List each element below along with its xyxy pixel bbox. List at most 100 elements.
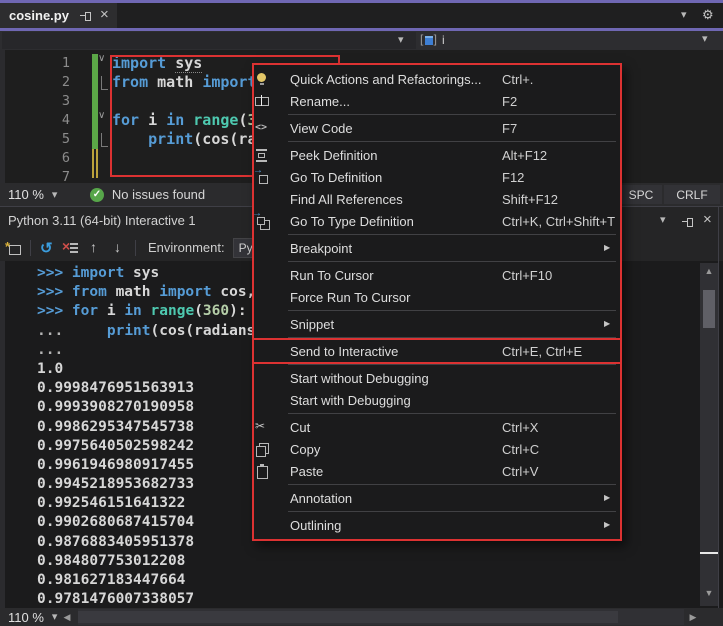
gear-icon[interactable] xyxy=(701,8,717,24)
menu-item-shortcut: F12 xyxy=(502,170,602,185)
menu-separator xyxy=(288,114,616,115)
menu-item-start-without-debugging[interactable]: Start without Debugging xyxy=(254,367,620,389)
menu-item-run-to-cursor[interactable]: Run To CursorCtrl+F10 xyxy=(254,264,620,286)
clear-screen-icon[interactable] xyxy=(63,240,79,256)
new-interactive-window-icon[interactable] xyxy=(6,240,22,256)
menu-icon-spacer xyxy=(254,240,290,256)
menu-item-go-to-definition[interactable]: Go To DefinitionF12 xyxy=(254,166,620,188)
repl-line: 0.9781476007338057 xyxy=(37,590,325,608)
menu-arrow-spacer xyxy=(602,289,620,305)
menu-icon-spacer xyxy=(254,392,290,408)
menu-item-copy[interactable]: CopyCtrl+C xyxy=(254,438,620,460)
menu-separator xyxy=(288,364,616,365)
toolbar-separator xyxy=(135,240,136,256)
menu-item-label: Cut xyxy=(290,420,502,435)
interactive-status-bar: 110 % ◀ ▶ xyxy=(0,608,723,626)
menu-separator xyxy=(288,484,616,485)
menu-item-label: Annotation xyxy=(290,491,502,506)
menu-item-peek-definition[interactable]: Peek DefinitionAlt+F12 xyxy=(254,144,620,166)
editor-zoom-level[interactable]: 110 % xyxy=(8,187,44,202)
menu-item-label: Copy xyxy=(290,442,502,457)
tab-title: cosine.py xyxy=(0,8,69,23)
scroll-down-icon[interactable]: ▼ xyxy=(700,588,718,598)
menu-item-shortcut: Alt+F12 xyxy=(502,148,602,163)
space-indicator[interactable]: SPC xyxy=(620,185,662,204)
menu-separator xyxy=(288,261,616,262)
menu-arrow-spacer xyxy=(602,71,620,87)
menu-arrow-spacer xyxy=(602,343,620,359)
menu-item-find-all-references[interactable]: Find All ReferencesShift+F12 xyxy=(254,188,620,210)
line-number: 2 xyxy=(0,73,70,92)
pin-window-icon[interactable] xyxy=(681,215,694,228)
menu-arrow-spacer xyxy=(602,370,620,386)
close-tab-icon[interactable] xyxy=(98,8,114,24)
menu-icon-spacer xyxy=(254,490,290,506)
tab-list-chevron-icon[interactable] xyxy=(679,8,695,24)
vertical-scroll-thumb[interactable] xyxy=(703,290,715,328)
fold-chevron-icon[interactable]: ∨ xyxy=(98,110,105,121)
paste-icon xyxy=(254,463,290,479)
menu-item-rename[interactable]: Rename...F2 xyxy=(254,90,620,112)
menu-arrow-spacer xyxy=(602,191,620,207)
menu-item-label: Force Run To Cursor xyxy=(290,290,502,305)
menu-arrow-spacer xyxy=(602,147,620,163)
menu-item-snippet[interactable]: Snippet xyxy=(254,313,620,335)
menu-item-label: Paste xyxy=(290,464,502,479)
menu-item-label: Send to Interactive xyxy=(290,344,502,359)
menu-arrow-spacer xyxy=(602,441,620,457)
menu-item-annotation[interactable]: Annotation xyxy=(254,487,620,509)
tab-cosine-py[interactable]: cosine.py xyxy=(0,3,117,28)
window-right-border xyxy=(718,207,719,608)
menu-item-breakpoint[interactable]: Breakpoint xyxy=(254,237,620,259)
menu-separator xyxy=(288,337,616,338)
history-previous-icon[interactable] xyxy=(87,240,103,256)
menu-item-quick-actions-and-refactorings[interactable]: Quick Actions and Refactorings...Ctrl+. xyxy=(254,68,620,90)
submenu-arrow-icon xyxy=(602,316,620,332)
horizontal-scrollbar[interactable] xyxy=(78,609,684,625)
menu-item-shortcut: Ctrl+. xyxy=(502,72,602,87)
menu-item-send-to-interactive[interactable]: Send to InteractiveCtrl+E, Ctrl+E xyxy=(254,340,620,362)
history-next-icon[interactable] xyxy=(111,240,127,256)
menu-separator xyxy=(288,310,616,311)
menu-item-label: Start with Debugging xyxy=(290,393,502,408)
lightbulb-icon xyxy=(254,71,290,87)
editor-gutter: 1234567 xyxy=(0,54,70,183)
horizontal-scroll-thumb[interactable] xyxy=(78,611,618,623)
rename-icon xyxy=(254,93,290,109)
menu-item-label: Outlining xyxy=(290,518,502,533)
reset-icon[interactable] xyxy=(39,240,55,256)
zoom-chevron-icon[interactable] xyxy=(50,188,64,202)
menu-item-force-run-to-cursor[interactable]: Force Run To Cursor xyxy=(254,286,620,308)
repl-line: 0.981627183447664 xyxy=(37,571,325,590)
member-chevron-icon[interactable] xyxy=(700,32,716,48)
change-bar-unsaved xyxy=(92,149,98,178)
python-member-icon xyxy=(420,33,438,48)
menu-item-go-to-type-definition[interactable]: Go To Type DefinitionCtrl+K, Ctrl+Shift+… xyxy=(254,210,620,232)
chevron-down-icon xyxy=(396,33,412,49)
scroll-right-icon[interactable]: ▶ xyxy=(686,612,700,623)
fold-bracket xyxy=(101,76,108,90)
submenu-arrow-icon xyxy=(602,490,620,506)
menu-item-label: Go To Type Definition xyxy=(290,214,502,229)
viewcode-icon xyxy=(254,120,290,136)
menu-item-start-with-debugging[interactable]: Start with Debugging xyxy=(254,389,620,411)
navigation-bar: i xyxy=(0,31,723,50)
vertical-scrollbar[interactable]: ▲ ▼ xyxy=(700,263,718,606)
repl-zoom-level[interactable]: 110 % xyxy=(8,610,44,625)
menu-item-outlining[interactable]: Outlining xyxy=(254,514,620,536)
fold-chevron-icon[interactable]: ∨ xyxy=(98,53,105,64)
scroll-up-icon[interactable]: ▲ xyxy=(700,266,718,276)
window-menu-chevron-icon[interactable] xyxy=(658,213,674,229)
pin-icon[interactable] xyxy=(79,9,92,22)
scroll-left-icon[interactable]: ◀ xyxy=(60,612,74,623)
change-bar-saved xyxy=(92,54,98,149)
menu-item-paste[interactable]: PasteCtrl+V xyxy=(254,460,620,482)
eol-indicator[interactable]: CRLF xyxy=(664,185,720,204)
menu-item-label: Start without Debugging xyxy=(290,371,502,386)
menu-item-label: Peek Definition xyxy=(290,148,502,163)
member-dropdown[interactable]: i xyxy=(420,31,720,49)
menu-item-cut[interactable]: CutCtrl+X xyxy=(254,416,620,438)
scope-dropdown[interactable] xyxy=(2,32,416,49)
close-window-icon[interactable] xyxy=(701,213,717,229)
menu-item-view-code[interactable]: View CodeF7 xyxy=(254,117,620,139)
